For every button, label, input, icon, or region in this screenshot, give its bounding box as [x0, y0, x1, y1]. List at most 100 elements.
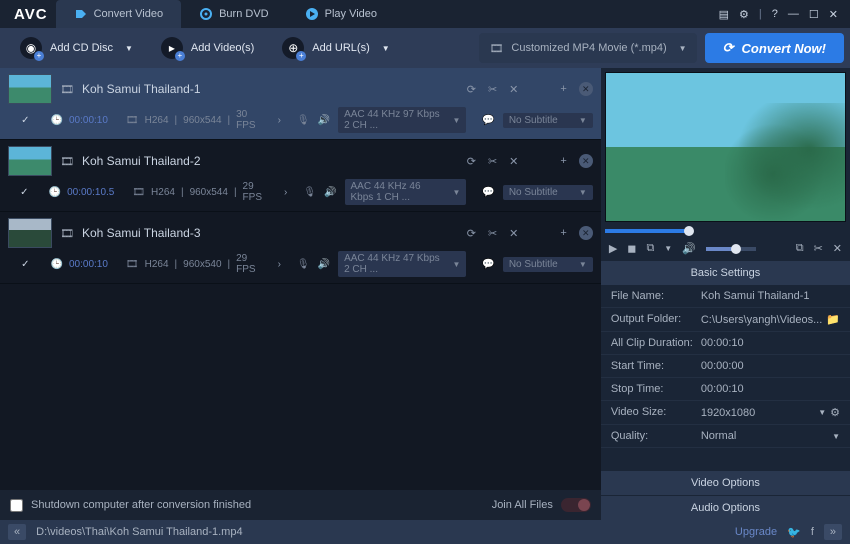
cd-icon: ◉	[20, 37, 42, 59]
chevron-down-icon: ▼	[679, 44, 687, 53]
file-duration: 00:00:10	[69, 259, 108, 270]
seek-bar[interactable]	[605, 226, 846, 236]
chevron-down-icon: ▼	[579, 188, 587, 197]
file-item[interactable]: 🎞 Koh Samui Thailand-3 ⟳ ✂ ✕ + ✕ ✓ 🕒00:0…	[0, 212, 601, 284]
close-icon[interactable]: ✕	[829, 8, 838, 21]
add-urls-button[interactable]: ⊕ Add URL(s) ▼	[268, 28, 403, 68]
chevron-down-icon[interactable]: ▼	[664, 244, 672, 253]
audio-track-select[interactable]: AAC 44 KHz 97 Kbps 2 CH ...▼	[338, 107, 466, 133]
minimize-icon[interactable]: —	[788, 8, 799, 20]
remove-icon[interactable]: ✕	[579, 226, 593, 240]
remove-icon[interactable]: ✕	[579, 154, 593, 168]
chevron-down-icon: ▼	[452, 116, 460, 125]
check-icon[interactable]: ✓	[21, 259, 29, 270]
crop-icon[interactable]: ✕	[833, 242, 842, 255]
copy-icon[interactable]: ⧉	[796, 242, 804, 255]
add-cd-disc-button[interactable]: ◉ Add CD Disc ▼	[6, 28, 147, 68]
help-icon[interactable]: ?	[772, 8, 778, 20]
file-duration: 00:00:10	[69, 115, 108, 126]
file-fps: 29 FPS	[236, 253, 255, 275]
crop-icon[interactable]: ✕	[509, 227, 518, 240]
volume-slider[interactable]	[706, 247, 756, 251]
file-item[interactable]: 🎞 Koh Samui Thailand-2 ⟳ ✂ ✕ + ✕ ✓ 🕒00:0…	[0, 140, 601, 212]
file-codec: H264	[151, 187, 175, 198]
tab-label: Burn DVD	[219, 8, 269, 20]
film-icon: 🎞	[132, 187, 145, 198]
upgrade-link[interactable]: Upgrade	[735, 526, 777, 538]
audio-track-select[interactable]: AAC 44 KHz 46 Kbps 1 CH ...▼	[345, 179, 467, 205]
toolbar: ◉ Add CD Disc ▼ ▸ Add Video(s) ⊕ Add URL…	[0, 28, 850, 68]
settings-row-stop: Stop Time:00:00:10	[601, 378, 850, 401]
refresh-icon[interactable]: ⟳	[467, 155, 476, 168]
audio-options-button[interactable]: Audio Options	[601, 496, 850, 520]
refresh-icon[interactable]: ⟳	[467, 83, 476, 96]
convert-icon	[74, 7, 88, 21]
subtitle-icon: 💬	[482, 187, 494, 198]
file-codec: H264	[145, 115, 169, 126]
add-videos-button[interactable]: ▸ Add Video(s)	[147, 28, 268, 68]
twitter-icon[interactable]: 🐦	[787, 526, 801, 539]
maximize-icon[interactable]: ☐	[809, 8, 819, 21]
crop-icon[interactable]: ✕	[509, 155, 518, 168]
audio-icon: 🎙	[303, 187, 316, 198]
tab-convert-video[interactable]: Convert Video	[56, 0, 182, 28]
menu-icon[interactable]: ▤	[719, 8, 729, 21]
add-icon[interactable]: +	[560, 227, 566, 239]
video-options-button[interactable]: Video Options	[601, 471, 850, 495]
chevron-right-icon[interactable]: ›	[278, 259, 281, 270]
refresh-icon[interactable]: ⟳	[467, 227, 476, 240]
chevron-right-icon[interactable]: ›	[284, 187, 287, 198]
tab-label: Convert Video	[94, 8, 164, 20]
audio-icon: 🎙	[297, 259, 310, 270]
subtitle-select[interactable]: No Subtitle▼	[503, 257, 593, 272]
refresh-icon: ⟳	[723, 40, 734, 56]
title-bar: AVC Convert Video Burn DVD Play Video ▤ …	[0, 0, 850, 28]
file-title: Koh Samui Thailand-1	[82, 82, 201, 96]
shutdown-checkbox[interactable]	[10, 499, 23, 512]
file-duration: 00:00:10.5	[67, 187, 114, 198]
gear-icon[interactable]: ⚙	[830, 406, 840, 419]
collapse-left-icon[interactable]: «	[8, 524, 26, 540]
cut-icon[interactable]: ✂	[488, 155, 497, 168]
file-title: Koh Samui Thailand-2	[82, 154, 201, 168]
facebook-icon[interactable]: f	[811, 526, 814, 538]
cut-icon[interactable]: ✂	[488, 83, 497, 96]
cut-icon[interactable]: ✂	[814, 242, 823, 255]
shutdown-label: Shutdown computer after conversion finis…	[31, 499, 251, 511]
button-label: Add CD Disc	[50, 42, 113, 54]
player-controls: ▶ ◼ ⧉ ▼ 🔊 ⧉ ✂ ✕	[601, 236, 850, 261]
subtitle-select[interactable]: No Subtitle▼	[503, 185, 593, 200]
check-icon[interactable]: ✓	[20, 187, 28, 198]
volume-icon[interactable]: 🔊	[682, 242, 696, 255]
cut-icon[interactable]: ✂	[488, 227, 497, 240]
audio-track-select[interactable]: AAC 44 KHz 47 Kbps 2 CH ...▼	[338, 251, 466, 277]
check-icon[interactable]: ✓	[21, 115, 29, 126]
file-thumbnail	[8, 218, 52, 248]
preview-pane[interactable]	[605, 72, 846, 222]
gear-icon[interactable]: ⚙	[739, 8, 749, 21]
tab-burn-dvd[interactable]: Burn DVD	[181, 0, 287, 28]
chevron-down-icon: ▼	[125, 44, 133, 53]
stop-button[interactable]: ◼	[627, 242, 636, 255]
add-icon[interactable]: +	[560, 83, 566, 95]
subtitle-select[interactable]: No Subtitle▼	[503, 113, 593, 128]
convert-now-button[interactable]: ⟳ Convert Now!	[705, 33, 844, 63]
speaker-icon: 🔊	[318, 259, 330, 270]
crop-icon[interactable]: ✕	[509, 83, 518, 96]
output-profile-select[interactable]: 🎞 Customized MP4 Movie (*.mp4) ▼	[479, 33, 696, 63]
tab-play-video[interactable]: Play Video	[287, 0, 395, 28]
settings-header: Basic Settings	[601, 261, 850, 285]
folder-icon[interactable]: 📁	[826, 313, 840, 326]
snapshot-icon[interactable]: ⧉	[646, 242, 654, 255]
join-all-toggle[interactable]	[561, 498, 591, 512]
left-footer: Shutdown computer after conversion finis…	[0, 490, 601, 520]
collapse-right-icon[interactable]: »	[824, 524, 842, 540]
remove-icon[interactable]: ✕	[579, 82, 593, 96]
globe-icon: ⊕	[282, 37, 304, 59]
add-icon[interactable]: +	[560, 155, 566, 167]
chevron-right-icon[interactable]: ›	[278, 115, 281, 126]
play-button[interactable]: ▶	[609, 242, 617, 255]
audio-info: AAC 44 KHz 46 Kbps 1 CH ...	[351, 181, 445, 203]
chevron-down-icon: ▼	[818, 408, 826, 417]
file-item[interactable]: 🎞 Koh Samui Thailand-1 ⟳ ✂ ✕ + ✕ ✓ 🕒00:0…	[0, 68, 601, 140]
